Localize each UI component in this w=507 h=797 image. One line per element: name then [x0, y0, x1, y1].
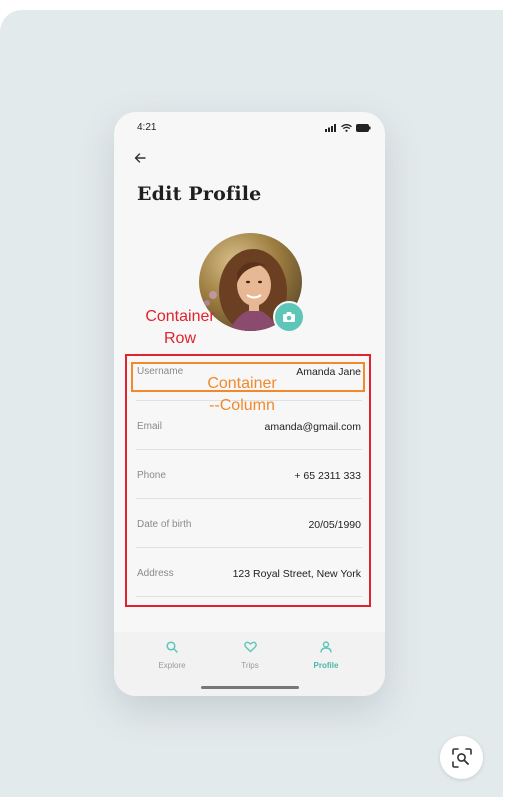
change-photo-button[interactable] [273, 301, 305, 333]
tab-trips[interactable]: Trips [220, 640, 280, 670]
tab-label: Trips [241, 661, 259, 670]
visual-search-button[interactable] [440, 736, 483, 779]
annotation-line: Container [207, 375, 277, 392]
tab-label: Profile [313, 661, 339, 670]
user-icon [320, 641, 332, 653]
page-title: Edit Profile [137, 183, 262, 205]
wifi-icon [341, 124, 352, 132]
lens-search-icon [451, 747, 472, 768]
container-column-annotation: Container --Column [201, 373, 283, 417]
signal-icon [325, 124, 336, 132]
search-icon [166, 641, 178, 653]
tab-explore[interactable]: Explore [142, 640, 202, 670]
battery-icon [356, 124, 371, 132]
status-time: 4:21 [137, 122, 157, 133]
tab-label: Explore [158, 661, 186, 670]
container-row-annotation: Container Row [139, 306, 221, 350]
tab-profile[interactable]: Profile [296, 640, 356, 670]
home-indicator [201, 686, 299, 689]
annotation-line: --Column [209, 397, 275, 414]
annotation-line: Row [163, 330, 196, 347]
annotation-line: Container [145, 308, 215, 325]
camera-icon [283, 312, 295, 322]
heart-icon [243, 641, 257, 653]
arrow-left-icon [134, 153, 146, 163]
status-icons [325, 124, 371, 132]
back-button[interactable] [134, 150, 146, 166]
